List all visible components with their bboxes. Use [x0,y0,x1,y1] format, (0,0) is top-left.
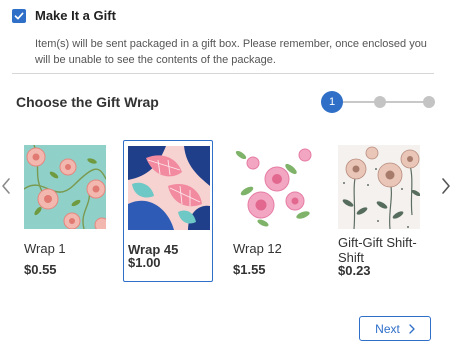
wrap-1-swatch [24,145,106,229]
make-gift-checkbox[interactable] [12,8,26,23]
step-3 [423,96,435,108]
gift-description: Item(s) will be sent packaged in a gift … [35,38,427,66]
chevron-right-icon [409,323,415,334]
wrap-card-gift-gift[interactable]: Gift-Gift Shift-Shift $0.23 [334,140,424,282]
divider [12,73,434,74]
wrap-price: $1.55 [233,262,266,277]
wrap-card-12[interactable]: Wrap 12 $1.55 [229,140,319,282]
make-gift-row[interactable]: Make It a Gift [12,8,116,23]
wrap-name: Wrap 1 [24,241,66,256]
wrap-name: Gift-Gift Shift-Shift [338,235,417,265]
step-2 [374,96,386,108]
next-button[interactable]: Next [359,316,431,341]
wrap-card-1[interactable]: Wrap 1 $0.55 [20,140,110,282]
wrap-stepper: 1 [321,91,437,113]
wrap-price: $0.23 [338,263,371,278]
step-1: 1 [321,91,343,113]
next-label: Next [375,321,400,336]
wrap-gift-swatch [338,145,420,229]
chevron-right-icon[interactable] [440,176,452,196]
wrap-card-45[interactable]: Wrap 45 $1.00 [123,140,213,282]
wrap-price: $0.55 [24,262,57,277]
make-gift-label[interactable]: Make It a Gift [35,8,116,23]
check-icon [14,12,24,19]
chevron-left-icon[interactable] [0,176,12,196]
section-title: Choose the Gift Wrap [16,94,159,110]
wrap-12-swatch [233,145,315,229]
wrap-45-swatch [128,146,210,230]
wrap-price: $1.00 [128,255,161,270]
wrap-name: Wrap 12 [233,241,282,256]
